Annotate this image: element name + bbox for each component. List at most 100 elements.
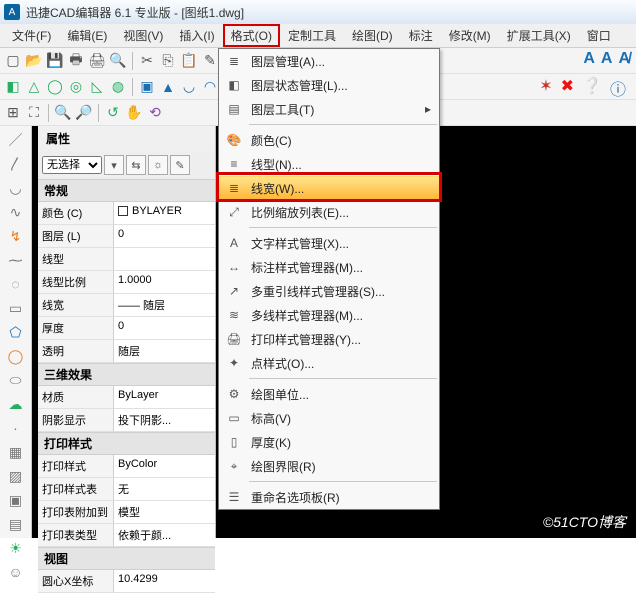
units-icon: ⚙ (225, 385, 243, 403)
boundary-icon[interactable]: ▣ (8, 492, 24, 508)
shape-cone-icon[interactable]: △ (25, 78, 43, 96)
mline-icon: ≋ (225, 306, 243, 324)
text-style-a-icon[interactable]: A (583, 50, 595, 68)
menu-edit[interactable]: 编辑(E) (59, 24, 115, 47)
line-icon[interactable]: ／ (8, 132, 24, 148)
menuitem-linetype[interactable]: ≡线型(N)... (219, 152, 439, 176)
xline-icon[interactable]: ⁓ (8, 252, 24, 268)
print-icon[interactable]: 🖨 (88, 52, 106, 70)
open-icon[interactable]: 📂 (25, 52, 43, 70)
menuitem-pointstyle[interactable]: ✦点样式(O)... (219, 351, 439, 375)
menuitem-layertools[interactable]: ▤图层工具(T) (219, 97, 439, 121)
menuitem-mline[interactable]: ≋多线样式管理器(M)... (219, 303, 439, 327)
menuitem-color[interactable]: 🎨颜色(C) (219, 128, 439, 152)
menuitem-elevation[interactable]: ▭标高(V) (219, 406, 439, 430)
menu-format[interactable]: 格式(O) (223, 24, 280, 47)
ray-icon[interactable]: ↯ (8, 228, 24, 244)
save-icon[interactable]: 💾 (46, 52, 64, 70)
light-icon[interactable]: ☀ (8, 540, 24, 556)
help-icon[interactable]: ❔ (582, 76, 602, 100)
match-icon[interactable]: ✎ (201, 52, 219, 70)
elev-icon: ▭ (225, 409, 243, 427)
orbit-icon[interactable]: ⟲ (146, 104, 164, 122)
preview-icon[interactable]: 🔍 (109, 52, 127, 70)
zoom-out-icon[interactable]: 🔎 (75, 104, 93, 122)
menu-view[interactable]: 视图(V) (115, 24, 171, 47)
menu-dimension[interactable]: 标注 (401, 24, 441, 47)
menuitem-limits[interactable]: ⌖绘图界限(R) (219, 454, 439, 478)
selection-dropdown[interactable]: 无选择 (42, 156, 102, 174)
region-icon[interactable]: ▨ (8, 468, 24, 484)
zoom-window-icon[interactable]: ⊞ (4, 104, 22, 122)
toggle-icon[interactable]: ⇆ (126, 155, 146, 175)
menuitem-dimstyle[interactable]: ↔标注样式管理器(M)... (219, 255, 439, 279)
menu-exttools[interactable]: 扩展工具(X) (499, 24, 579, 47)
group-view[interactable]: 视图 (38, 547, 215, 570)
row-pstyle: 打印样式ByColor (38, 455, 215, 478)
pick-icon[interactable]: ✎ (170, 155, 190, 175)
shape-torus-icon[interactable]: ◍ (109, 78, 127, 96)
menuitem-mleader[interactable]: ↗多重引线样式管理器(S)... (219, 279, 439, 303)
shape-wedge-icon[interactable]: ◺ (88, 78, 106, 96)
menuitem-scalelist[interactable]: ⤢比例缩放列表(E)... (219, 200, 439, 224)
revcloud-icon[interactable]: ☁ (8, 396, 24, 412)
zoom-in-icon[interactable]: 🔍 (54, 104, 72, 122)
quick-select-icon[interactable]: ▾ (104, 155, 124, 175)
menuitem-layer-manager[interactable]: ≣图层管理(A)... (219, 49, 439, 73)
filter-icon[interactable]: ☼ (148, 155, 168, 175)
arc-icon[interactable]: ◡ (8, 180, 24, 196)
wire-dome-icon[interactable]: ◠ (201, 78, 219, 96)
polygon-icon[interactable]: ⬠ (8, 324, 24, 340)
cut-icon[interactable]: ✂ (138, 52, 156, 70)
text-style-a3-icon[interactable]: A̸ (618, 50, 630, 68)
paste-icon[interactable]: 📋 (180, 52, 198, 70)
star-icon[interactable]: ✶ (539, 76, 552, 100)
new-icon[interactable]: ▢ (4, 52, 22, 70)
zoom-ext-icon[interactable]: ⛶ (25, 104, 43, 122)
menuitem-thickness[interactable]: ▯厚度(K) (219, 430, 439, 454)
ellipse-icon[interactable]: ⬭ (8, 372, 24, 388)
menu-customtools[interactable]: 定制工具 (280, 24, 344, 47)
table-icon[interactable]: ▤ (8, 516, 24, 532)
shape-cyl-icon[interactable]: ◯ (46, 78, 64, 96)
text-style-a2-icon[interactable]: A (601, 50, 613, 68)
info-icon[interactable]: ⓘ (610, 76, 626, 100)
pan-icon[interactable]: ✋ (125, 104, 143, 122)
wire-dish-icon[interactable]: ◡ (180, 78, 198, 96)
printer-icon: 🖨 (225, 330, 243, 348)
linetype-icon: ≡ (225, 155, 243, 173)
donut-icon[interactable]: ◌ (8, 276, 24, 292)
wire-cone-icon[interactable]: ▲ (159, 78, 177, 96)
shape-cube-icon[interactable]: ◧ (4, 78, 22, 96)
circle-icon[interactable]: ◯ (8, 348, 24, 364)
spline-icon[interactable]: ∿ (8, 204, 24, 220)
group-printstyle[interactable]: 打印样式 (38, 432, 215, 455)
polyline-icon[interactable]: 〳 (8, 156, 24, 172)
menuitem-rename[interactable]: ☰重命名选项板(R) (219, 485, 439, 509)
palette-icon: 🎨 (225, 131, 243, 149)
menuitem-plotstyle[interactable]: 🖨打印样式管理器(Y)... (219, 327, 439, 351)
group-3deffect[interactable]: 三维效果 (38, 363, 215, 386)
menu-draw[interactable]: 绘图(D) (344, 24, 401, 47)
annotation-toolbar: A A A̸ (583, 50, 630, 68)
wire-box-icon[interactable]: ▣ (138, 78, 156, 96)
point-icon[interactable]: · (8, 420, 24, 436)
menuitem-lineweight[interactable]: ≣线宽(W)... (219, 176, 439, 200)
menu-insert[interactable]: 插入(I) (171, 24, 222, 47)
menu-window[interactable]: 窗口 (579, 24, 619, 47)
zoom-prev-icon[interactable]: ↺ (104, 104, 122, 122)
menu-file[interactable]: 文件(F) (4, 24, 59, 47)
close-x-icon[interactable]: ✖ (561, 76, 574, 100)
hatch-icon[interactable]: ▦ (8, 444, 24, 460)
menuitem-units[interactable]: ⚙绘图单位... (219, 382, 439, 406)
copy-icon[interactable]: ⎘ (159, 52, 177, 70)
rect-icon[interactable]: ▭ (8, 300, 24, 316)
menu-modify[interactable]: 修改(M) (441, 24, 499, 47)
menu-separator (249, 481, 437, 482)
saveas-icon[interactable]: 🖶 (67, 52, 85, 70)
group-general[interactable]: 常规 (38, 179, 215, 202)
menuitem-layerstate[interactable]: ◧图层状态管理(L)... (219, 73, 439, 97)
shape-sphere-icon[interactable]: ◎ (67, 78, 85, 96)
smile-icon[interactable]: ☺ (8, 564, 24, 580)
menuitem-textstyle[interactable]: A文字样式管理(X)... (219, 231, 439, 255)
